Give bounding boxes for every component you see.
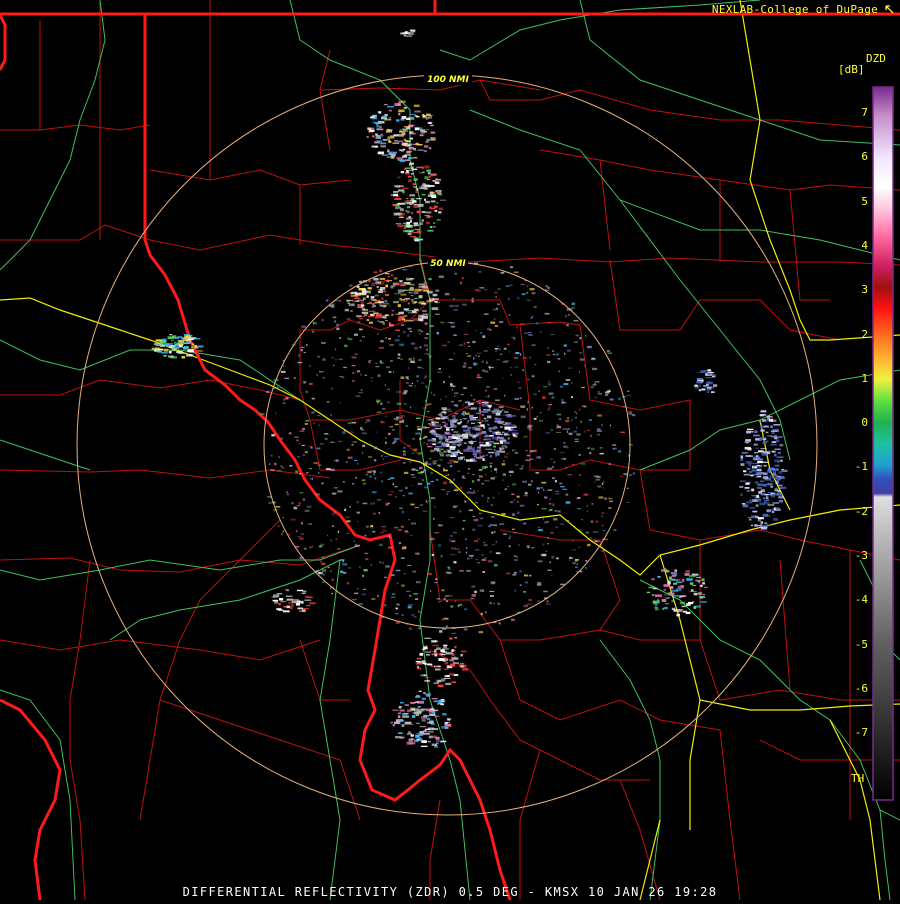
legend-tick-label: 1 bbox=[861, 371, 868, 385]
legend-tick-label: -1 bbox=[854, 460, 868, 474]
radar-map-view: 100 NMI 50 NMI NEXLAB-College of DuPage … bbox=[0, 0, 900, 901]
legend-tick-label: 7 bbox=[861, 106, 868, 119]
source-credit[interactable]: NEXLAB-College of DuPage bbox=[712, 3, 894, 16]
legend-tick-label: -5 bbox=[854, 637, 868, 651]
ring-label-50-nmi: 50 NMI bbox=[430, 259, 466, 269]
product-caption: DIFFERENTIAL REFLECTIVITY (ZDR) 0.5 DEG … bbox=[182, 885, 718, 899]
radar-map: 100 NMI 50 NMI bbox=[0, 0, 900, 901]
legend-tick-label: -6 bbox=[854, 681, 868, 695]
legend-tick-label: -2 bbox=[854, 504, 868, 518]
ring-label-100-nmi: 100 NMI bbox=[427, 75, 469, 85]
legend-tick-label: -7 bbox=[854, 726, 868, 740]
legend-tick-label: 2 bbox=[861, 327, 868, 341]
legend-tick-label: 5 bbox=[861, 194, 868, 208]
legend-tick-label: 4 bbox=[861, 238, 868, 252]
legend-tick-label: -3 bbox=[854, 549, 868, 562]
legend-tick-label: 3 bbox=[861, 283, 868, 297]
legend-unit: [dB] bbox=[838, 63, 865, 76]
legend-title: DZD bbox=[866, 52, 886, 65]
legend-tick-label: 0 bbox=[861, 416, 868, 430]
credit-text: NEXLAB-College of DuPage bbox=[711, 3, 879, 16]
external-link-icon bbox=[885, 5, 894, 14]
legend-tick-label: -4 bbox=[854, 593, 868, 607]
color-scale-bar bbox=[872, 86, 894, 801]
legend-threshold-label: TH bbox=[851, 772, 865, 785]
legend-tick-label: 6 bbox=[861, 150, 868, 164]
